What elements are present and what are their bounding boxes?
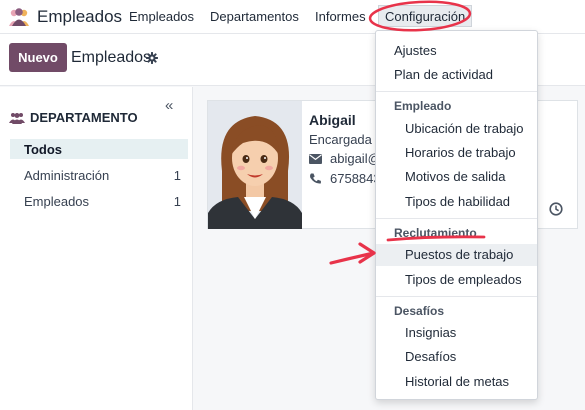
top-navbar: Empleados Empleados Departamentos Inform… [0,0,585,34]
department-row-administracion[interactable]: Administración 1 [10,165,188,185]
menu-section-reclutamiento: Reclutamiento [394,226,477,240]
menu-item-tipos-habilidad[interactable]: Tipos de habilidad [376,191,537,213]
menu-item-historial-metas[interactable]: Historial de metas [376,371,537,393]
employee-name[interactable]: Abigail [309,112,356,128]
menu-item-ajustes[interactable]: Ajustes [376,40,537,62]
employee-email: abigail@ [309,151,381,166]
menu-divider [376,91,537,92]
new-button[interactable]: Nuevo [9,43,67,72]
employee-job-title: Encargada c [309,132,382,147]
department-heading: DEPARTAMENTO [9,110,138,125]
department-label: Todos [24,142,63,157]
menu-section-desafios: Desafíos [394,304,445,318]
phone-icon [310,173,321,184]
employee-avatar [208,101,302,229]
department-count: 1 [173,194,181,209]
department-label: Administración [24,168,110,183]
menu-item-puestos-trabajo[interactable]: Puestos de trabajo [376,244,537,266]
department-sidebar: « DEPARTAMENTO Todos Administración 1 Em… [0,87,193,410]
breadcrumb: Empleados [71,49,152,66]
menu-item-plan-actividad[interactable]: Plan de actividad [376,64,537,86]
employee-email-text: abigail@ [330,151,381,166]
menu-item-desafios[interactable]: Desafíos [376,346,537,368]
menu-section-empleado: Empleado [394,99,452,113]
nav-empleados[interactable]: Empleados [129,9,194,24]
gear-icon[interactable] [146,52,158,64]
users-icon [9,112,25,124]
department-heading-label: DEPARTAMENTO [30,110,138,125]
employee-phone: 6758843 [309,171,381,186]
annotation-arrow-head [358,242,376,264]
employee-phone-text: 6758843 [330,171,381,186]
menu-item-motivos-salida[interactable]: Motivos de salida [376,166,537,188]
nav-informes[interactable]: Informes [315,9,366,24]
nav-departamentos[interactable]: Departamentos [210,9,299,24]
app-logo-icon[interactable] [8,7,30,27]
department-label: Empleados [24,194,90,209]
department-row-empleados[interactable]: Empleados 1 [10,191,188,211]
app-name[interactable]: Empleados [37,7,122,27]
collapse-sidebar-icon[interactable]: « [165,97,173,114]
menu-item-ubicacion-trabajo[interactable]: Ubicación de trabajo [376,118,537,140]
menu-divider [376,218,537,219]
department-count: 1 [173,168,181,183]
menu-item-insignias[interactable]: Insignias [376,322,537,344]
annotation-arrow [329,251,376,265]
menu-item-horarios-trabajo[interactable]: Horarios de trabajo [376,142,537,164]
clock-icon[interactable] [549,202,563,216]
nav-configuracion[interactable]: Configuración [378,5,473,27]
menu-divider [376,296,537,297]
envelope-icon [309,153,322,164]
menu-item-tipos-empleados[interactable]: Tipos de empleados [376,269,537,291]
configuration-dropdown: Ajustes Plan de actividad Empleado Ubica… [375,30,538,400]
department-row-todos[interactable]: Todos [10,139,188,159]
